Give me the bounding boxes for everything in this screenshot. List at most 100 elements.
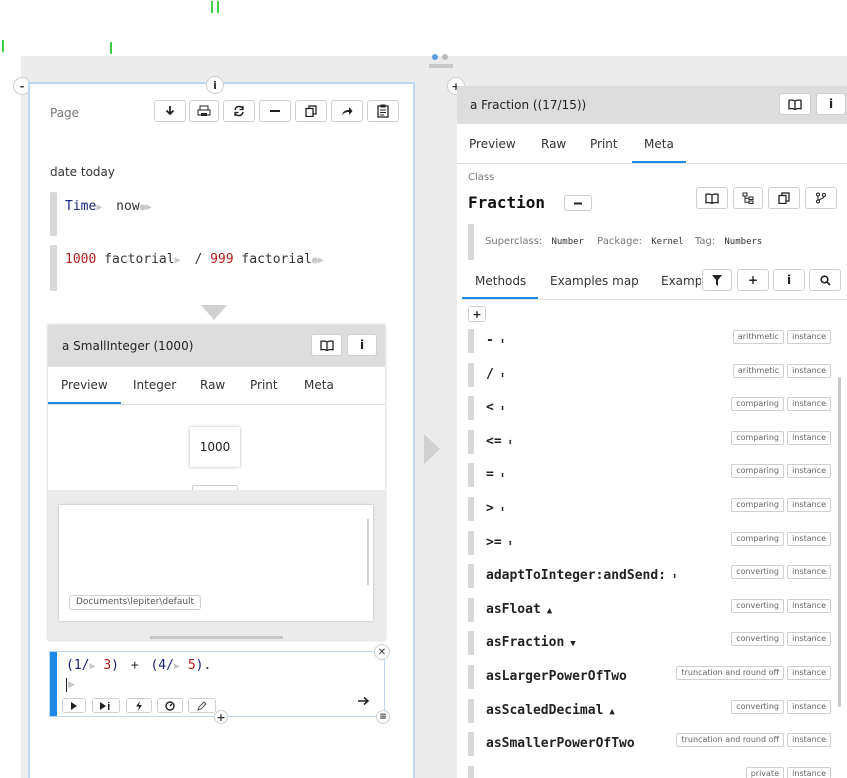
method-side-tag[interactable]: instance <box>787 632 831 646</box>
add-method-button[interactable]: + <box>468 306 486 322</box>
method-side-tag[interactable]: instance <box>787 498 831 512</box>
method-row[interactable]: >= ⬍ instance comparing <box>462 529 842 555</box>
code-editor[interactable]: (1/▶ 3) + (4/▶ 5). ▶ <box>50 652 384 716</box>
method-category-tag[interactable]: comparing <box>731 431 784 445</box>
method-selector[interactable]: asLargerPowerOfTwo <box>486 669 627 684</box>
method-selector[interactable]: asSmallerPowerOfTwo <box>486 736 635 751</box>
share-icon[interactable] <box>331 100 363 122</box>
method-category-tag[interactable]: comparing <box>731 498 784 512</box>
method-selector[interactable]: >= ⬍ <box>486 535 513 550</box>
method-category-tag[interactable]: private <box>745 767 784 778</box>
method-side-tag[interactable]: instance <box>787 733 831 747</box>
book-icon[interactable] <box>311 334 342 356</box>
method-selector[interactable]: < ⬍ <box>486 400 505 415</box>
method-selector[interactable]: / ⬍ <box>486 367 505 382</box>
minus-icon[interactable] <box>259 100 291 122</box>
collapse-button[interactable] <box>564 195 592 211</box>
tab-print[interactable]: Print <box>250 378 278 392</box>
method-selector[interactable]: - ⬍ <box>486 333 505 348</box>
git-branch-icon[interactable] <box>805 187 837 209</box>
superclass-value[interactable]: Number <box>551 237 584 247</box>
package-value[interactable]: Kernel <box>651 237 684 247</box>
clipboard-icon[interactable] <box>367 100 399 122</box>
add-icon[interactable]: + <box>737 269 769 291</box>
method-category-tag[interactable]: converting <box>731 599 784 613</box>
method-selector[interactable]: <= ⬍ <box>486 434 513 449</box>
code-snippet[interactable]: Time▶ now●▶ <box>50 192 380 236</box>
lightning-icon[interactable] <box>126 698 152 713</box>
tab-examples-map[interactable]: Examples map <box>550 274 639 288</box>
method-row[interactable]: asScaledDecimal ▲ instance converting <box>462 697 842 723</box>
method-category-tag[interactable]: converting <box>731 565 784 579</box>
method-row[interactable]: = ⬍ instance comparing <box>462 461 842 487</box>
method-row[interactable]: instance private <box>462 764 842 778</box>
method-category-tag[interactable]: comparing <box>731 532 784 546</box>
minus-circle-icon[interactable]: - <box>13 77 31 95</box>
method-category-tag[interactable]: comparing <box>731 397 784 411</box>
tab-preview[interactable]: Preview <box>469 137 516 151</box>
play-inspect-icon[interactable] <box>92 698 120 713</box>
method-side-tag[interactable]: instance <box>787 599 831 613</box>
method-selector[interactable]: asScaledDecimal ▲ <box>486 703 615 718</box>
copy-icon[interactable] <box>768 187 800 209</box>
menu-icon[interactable]: ≡ <box>376 710 390 724</box>
book-icon[interactable] <box>696 187 728 209</box>
tab-raw[interactable]: Raw <box>541 137 566 151</box>
method-category-tag[interactable]: arithmetic <box>732 330 784 344</box>
method-side-tag[interactable]: instance <box>787 364 831 378</box>
tab-print[interactable]: Print <box>590 137 618 151</box>
method-side-tag[interactable]: instance <box>787 767 831 778</box>
method-side-tag[interactable]: instance <box>787 431 831 445</box>
info-icon[interactable]: i <box>773 269 805 291</box>
tab-meta[interactable]: Meta <box>304 378 334 392</box>
info-icon[interactable]: i <box>347 334 377 356</box>
profile-icon[interactable] <box>157 698 183 713</box>
method-category-tag[interactable]: converting <box>731 632 784 646</box>
tab-examples[interactable]: Examp <box>661 274 701 288</box>
method-category-tag[interactable]: truncation and round off <box>676 666 784 680</box>
info-icon[interactable]: i <box>206 76 224 94</box>
tab-raw[interactable]: Raw <box>200 378 225 392</box>
path-label[interactable]: Documents\lepiter\default <box>69 595 202 610</box>
close-icon[interactable]: ✕ <box>374 644 390 660</box>
method-selector[interactable]: = ⬍ <box>486 467 505 482</box>
filter-icon[interactable] <box>702 269 732 291</box>
info-icon[interactable]: i <box>816 93 846 115</box>
method-row[interactable]: asFraction ▼ instance converting <box>462 629 842 655</box>
method-category-tag[interactable]: arithmetic <box>732 364 784 378</box>
method-row[interactable]: asFloat ▲ instance converting <box>462 596 842 622</box>
method-row[interactable]: asLargerPowerOfTwo instance truncation and… <box>462 663 842 689</box>
method-side-tag[interactable]: instance <box>787 397 831 411</box>
add-icon[interactable]: + <box>214 710 228 724</box>
print-icon[interactable] <box>189 100 219 122</box>
book-icon[interactable] <box>779 93 811 115</box>
method-row[interactable]: asSmallerPowerOfTwo instance truncation an… <box>462 730 842 756</box>
method-row[interactable]: adaptToInteger:andSend: ⬍ instance converti… <box>462 562 842 588</box>
method-category-tag[interactable]: converting <box>731 700 784 714</box>
method-row[interactable]: < ⬍ instance comparing <box>462 394 842 420</box>
method-row[interactable]: - ⬍ instance arithmetic <box>462 327 842 353</box>
search-icon[interactable] <box>809 269 841 291</box>
tab-meta[interactable]: Meta <box>644 137 674 151</box>
method-side-tag[interactable]: instance <box>787 464 831 478</box>
method-row[interactable]: / ⬍ instance arithmetic <box>462 361 842 387</box>
hierarchy-icon[interactable] <box>733 187 763 209</box>
play-icon[interactable] <box>62 698 86 713</box>
method-side-tag[interactable]: instance <box>787 532 831 546</box>
tab-methods[interactable]: Methods <box>475 274 526 288</box>
method-selector[interactable]: asFraction ▼ <box>486 635 576 650</box>
method-side-tag[interactable]: instance <box>787 666 831 680</box>
pager-arrow-icon[interactable] <box>424 434 440 464</box>
method-selector[interactable]: adaptToInteger:andSend: ⬍ <box>486 568 677 583</box>
method-row[interactable]: > ⬍ instance comparing <box>462 495 842 521</box>
method-selector[interactable]: asFloat ▲ <box>486 602 552 617</box>
code-snippet[interactable]: 1000 factorial▶ / 999 factorial●▶ <box>50 245 380 291</box>
refresh-icon[interactable] <box>223 100 255 122</box>
edit-icon[interactable] <box>188 698 216 713</box>
pager-handle[interactable] <box>429 54 453 70</box>
arrow-right-icon[interactable] <box>358 696 370 706</box>
tag-value[interactable]: Numbers <box>724 237 762 247</box>
method-side-tag[interactable]: instance <box>787 700 831 714</box>
method-row[interactable]: <= ⬍ instance comparing <box>462 428 842 454</box>
method-category-tag[interactable]: truncation and round off <box>676 733 784 747</box>
